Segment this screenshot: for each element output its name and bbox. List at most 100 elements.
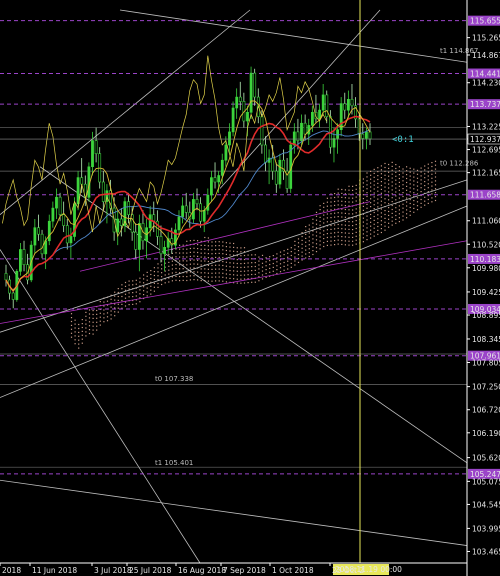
cloud-dot [207, 245, 209, 247]
cloud-dot [218, 241, 220, 243]
cloud-dot [420, 202, 422, 204]
candle [4, 264, 8, 287]
cloud-dot [305, 253, 307, 255]
cloud-dot [326, 209, 328, 211]
cloud-dot [305, 241, 307, 243]
cloud-dot [323, 242, 325, 244]
cloud-dot [424, 204, 426, 206]
price-tick-label: 111.060 [472, 217, 500, 226]
cloud-dot [193, 255, 195, 257]
cloud-dot [215, 268, 217, 270]
cloud-dot [197, 251, 199, 254]
cloud-dot [416, 177, 419, 179]
cloud-dot [301, 251, 303, 253]
cloud-dot [124, 281, 127, 284]
cloud-dot [427, 175, 429, 177]
cloud-dot [348, 244, 350, 246]
cloud-dot [348, 213, 350, 215]
price-chart[interactable]: t1 114.867t0 112.286t0 107.338t1 105.401… [0, 0, 500, 576]
cloud-dot [326, 217, 328, 219]
cloud-dot [409, 191, 411, 193]
trendline-layer[interactable]: t1 114.867t0 112.286t0 107.338t1 105.401 [0, 9, 479, 564]
cloud-dot [143, 294, 145, 296]
cloud-dot [225, 273, 227, 275]
cloud-dot [287, 268, 289, 270]
cloud-dot [301, 259, 303, 261]
cloud-dot [175, 275, 177, 277]
trendline[interactable] [0, 249, 201, 564]
cloud-dot [362, 182, 364, 184]
cloud-dot [92, 321, 94, 323]
cloud-dot [424, 165, 426, 167]
cloud-dot [388, 199, 390, 201]
trendline[interactable] [39, 166, 468, 464]
cloud-dot [204, 272, 206, 274]
cloud-dot [388, 214, 390, 216]
cloud-dot [420, 175, 422, 177]
cloud-dot [258, 268, 260, 270]
cloud-dot [153, 286, 155, 288]
cloud-dot [398, 174, 400, 176]
cloud-dot [85, 331, 87, 333]
cloud-dot [434, 160, 437, 162]
cloud-dot [222, 261, 224, 263]
cloud-dot [276, 261, 278, 263]
cloud-dot [366, 235, 368, 237]
price-tick-label: 114.867 [472, 51, 500, 60]
cloud-dot [305, 245, 307, 247]
cloud-dot [78, 327, 80, 330]
trendline[interactable] [79, 201, 371, 272]
trendline[interactable] [119, 9, 468, 63]
time-tick-label: 3 Jul 2018 [94, 566, 132, 575]
candle [238, 81, 242, 111]
cloud-dot [225, 242, 227, 244]
cloud-dot [179, 256, 181, 258]
cloud-dot [128, 296, 130, 298]
cloud-dot [323, 230, 325, 232]
cloud-dot [193, 247, 195, 249]
cloud-dot [391, 224, 393, 226]
cloud-dot [225, 277, 227, 279]
cloud-dot [207, 260, 209, 263]
candle-body [177, 216, 181, 231]
cloud-dot [283, 261, 285, 264]
cloud-dot [424, 177, 426, 179]
cloud-dot [352, 236, 354, 238]
cloud-dot [366, 188, 368, 190]
cloud-dot [427, 187, 429, 189]
crosshair-cursor[interactable]: 2018.11.19 00:00<0:1 [333, 0, 414, 575]
cloud-dot [157, 267, 159, 269]
cloud-dot [330, 244, 332, 246]
candle [242, 92, 246, 128]
cloud-dot [344, 232, 346, 234]
cloud-dot [315, 247, 318, 249]
trendline[interactable] [0, 240, 468, 324]
cloud-dot [348, 224, 350, 227]
cloud-dot [384, 217, 386, 219]
candle-body [321, 94, 325, 111]
trendline[interactable] [0, 479, 468, 546]
candle [62, 201, 66, 233]
cloud-dot [344, 228, 346, 230]
cloud-dot [330, 224, 332, 227]
candle [213, 162, 217, 189]
cloud-dot [409, 187, 411, 189]
cloud-dot [388, 210, 390, 213]
time-tick-label: 25 Jul 2018 [129, 566, 172, 575]
cloud-dot [398, 177, 400, 180]
cloud-dot [218, 272, 220, 274]
cloud-dot [132, 296, 134, 298]
cloud-dot [297, 238, 300, 240]
cloud-dot [416, 209, 419, 211]
cloud-dot [153, 274, 155, 277]
cloud-dot [240, 251, 242, 253]
cloud-dot [78, 331, 80, 333]
candle [343, 92, 347, 119]
cloud-dot [222, 280, 224, 282]
cloud-dot [229, 273, 231, 276]
cloud-dot [175, 267, 177, 270]
chart-window[interactable]: t1 114.867 t0 112.286 t0 107.338 t1 105.401… [0, 0, 500, 576]
candle-body [33, 227, 37, 246]
cloud-dot [153, 290, 155, 292]
cloud-dot [348, 201, 350, 203]
